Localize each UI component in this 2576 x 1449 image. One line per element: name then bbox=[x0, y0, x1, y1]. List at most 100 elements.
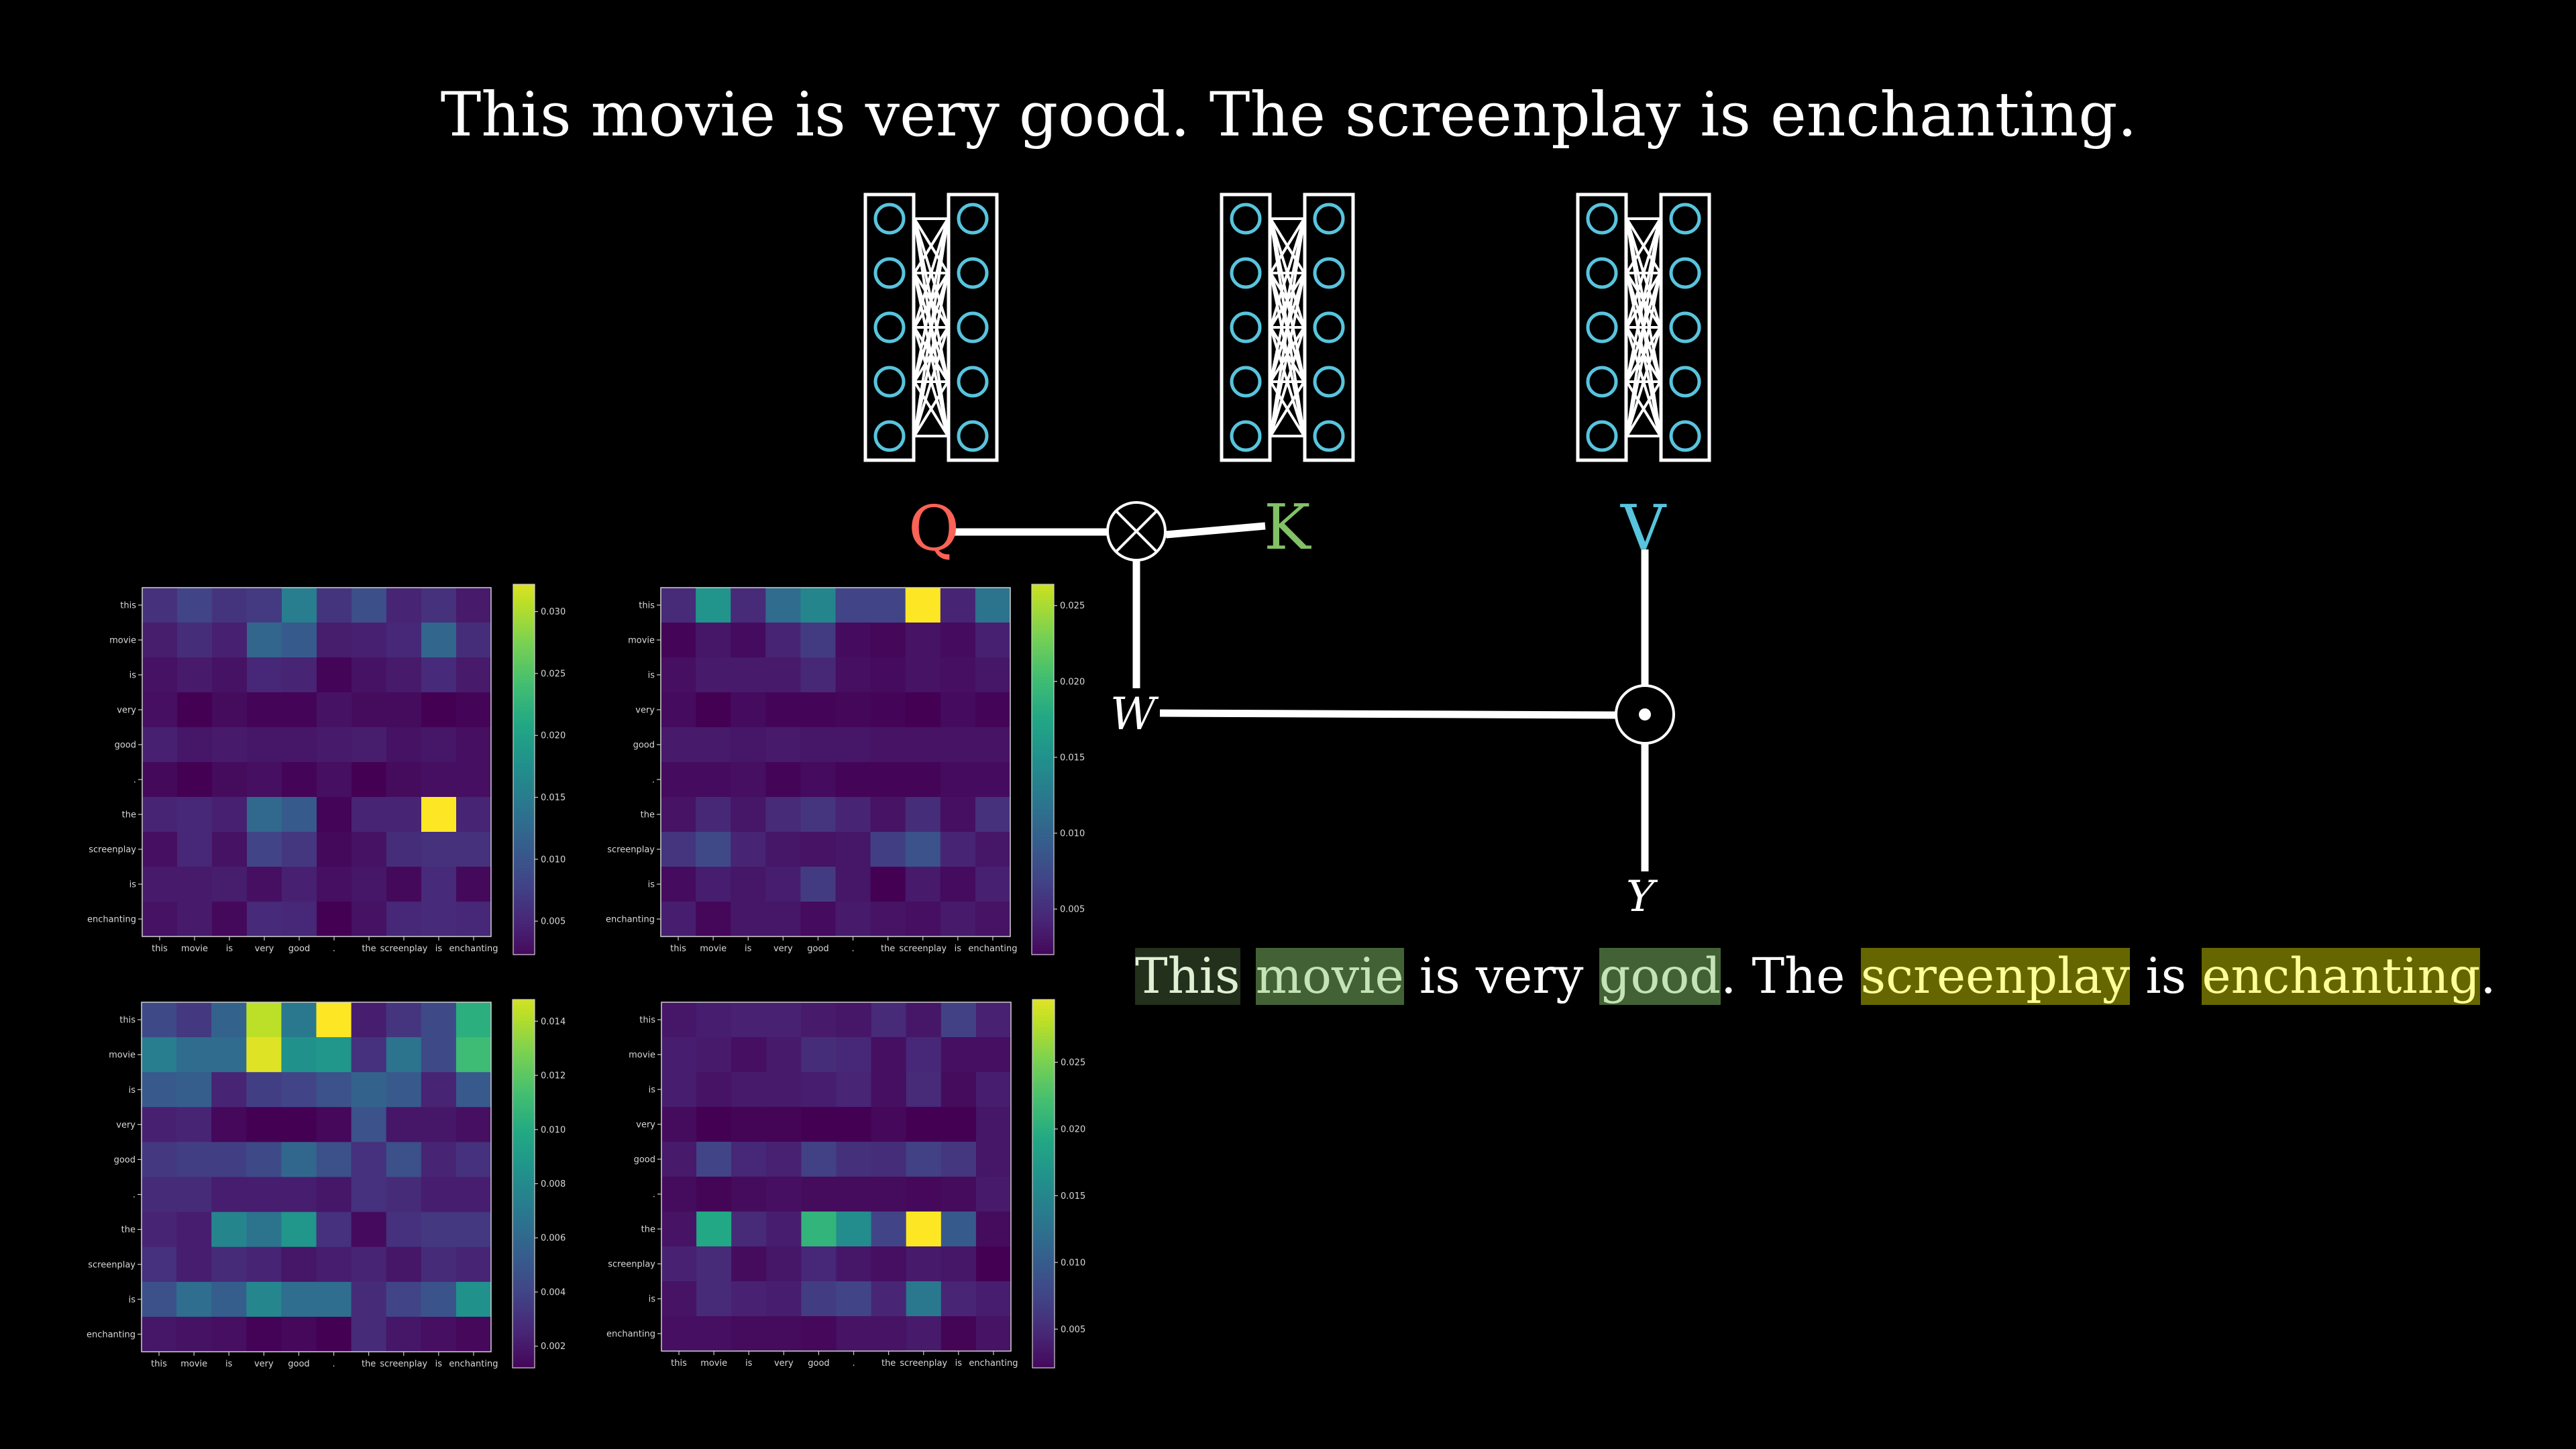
colorbar-segment bbox=[513, 1091, 535, 1095]
colorbar-segment bbox=[513, 1257, 535, 1261]
heatmap-cell bbox=[940, 727, 976, 763]
colorbar-segment bbox=[1032, 695, 1054, 699]
heatmap-cell bbox=[765, 623, 801, 658]
x-tick-label: is bbox=[955, 1358, 963, 1368]
colorbar-segment bbox=[513, 896, 535, 900]
heatmap-cell bbox=[211, 1281, 247, 1318]
heatmap-cell bbox=[177, 657, 213, 693]
heatmap-cell bbox=[765, 902, 801, 937]
q-label: Q bbox=[908, 492, 959, 565]
colorbar-segment bbox=[1032, 772, 1054, 776]
x-tick-label: screenplay bbox=[380, 1359, 427, 1369]
colorbar-segment bbox=[1032, 1288, 1055, 1292]
colorbar-segment bbox=[1032, 606, 1054, 610]
heatmap-cell bbox=[386, 867, 422, 902]
heatmap-cell bbox=[871, 1281, 907, 1317]
heatmap-cell bbox=[731, 1281, 767, 1317]
colorbar-segment bbox=[1032, 1245, 1055, 1249]
heatmap-cell bbox=[766, 1246, 802, 1282]
heatmap-cell bbox=[905, 902, 941, 937]
heatmap-cell bbox=[246, 1002, 282, 1038]
heatmap-cell bbox=[870, 797, 906, 833]
heatmap-cell bbox=[731, 1177, 767, 1212]
colorbar-segment bbox=[513, 643, 535, 647]
heatmap-cell bbox=[870, 692, 906, 728]
colorbar-segment bbox=[513, 865, 535, 869]
heatmap-cell bbox=[455, 1002, 492, 1038]
x-tick-label: good bbox=[288, 1359, 309, 1369]
colorbar-segment bbox=[513, 766, 535, 770]
colorbar-segment bbox=[513, 1223, 535, 1228]
x-tick-label: the bbox=[881, 944, 895, 954]
heatmap-cell bbox=[142, 1177, 177, 1213]
x-tick-label: this bbox=[152, 944, 168, 954]
heatmap-cell bbox=[905, 797, 941, 833]
heatmap-cell bbox=[835, 867, 871, 902]
colorbar-segment bbox=[1032, 692, 1054, 696]
heatmap-cell bbox=[247, 692, 282, 728]
heatmap-cell bbox=[906, 1107, 942, 1142]
colorbar-segment bbox=[1032, 587, 1054, 591]
heatmap-cell bbox=[696, 832, 731, 867]
heatmap-cell bbox=[281, 1177, 317, 1213]
colorbar-tick-label: 0.002 bbox=[541, 1342, 566, 1352]
colorbar-segment bbox=[1032, 877, 1054, 881]
colorbar-segment bbox=[1032, 1242, 1055, 1246]
colorbar-segment bbox=[1032, 760, 1054, 764]
x-tick-label: is bbox=[435, 1359, 443, 1369]
colorbar-segment bbox=[513, 843, 535, 847]
plain-text: . The bbox=[1721, 948, 1861, 1005]
heatmap-cell bbox=[731, 1072, 767, 1108]
y-tick-label: screenplay bbox=[89, 845, 136, 855]
heatmap-cell bbox=[456, 657, 492, 693]
heatmap-cell bbox=[455, 1142, 492, 1178]
heatmap-cell bbox=[731, 1246, 767, 1282]
colorbar-segment bbox=[513, 735, 535, 739]
heatmap-cell bbox=[905, 762, 941, 798]
heatmap-cell bbox=[766, 1037, 802, 1073]
heatmap-cell bbox=[246, 1246, 282, 1283]
heatmap-cell bbox=[696, 867, 731, 902]
heatmap-cell bbox=[905, 657, 941, 693]
heatmap-cell bbox=[211, 1072, 247, 1108]
heatmap-cell bbox=[940, 657, 976, 693]
y-tick-label: this bbox=[639, 1016, 655, 1026]
colorbar-segment bbox=[513, 1119, 535, 1123]
colorbar-segment bbox=[1032, 1334, 1055, 1338]
heatmap-cell bbox=[871, 1072, 907, 1108]
colorbar-segment bbox=[1032, 1349, 1055, 1353]
colorbar-segment bbox=[1032, 908, 1054, 912]
x-tick-label: movie bbox=[181, 944, 208, 954]
colorbar-segment bbox=[1032, 677, 1054, 681]
y-tick-label: this bbox=[120, 601, 136, 611]
heatmap-cell bbox=[177, 762, 213, 798]
x-tick-label: very bbox=[255, 944, 274, 954]
heatmap-cell bbox=[801, 1177, 837, 1212]
colorbar-segment bbox=[1032, 1008, 1055, 1013]
colorbar-segment bbox=[513, 936, 535, 940]
heatmap-cell bbox=[142, 727, 178, 763]
heatmap-cell bbox=[316, 1212, 352, 1248]
heatmap-cell bbox=[696, 1281, 732, 1317]
colorbar-segment bbox=[513, 942, 535, 946]
colorbar-segment bbox=[513, 1254, 535, 1258]
heatmap-cell bbox=[211, 1142, 247, 1178]
heatmap-cell bbox=[456, 727, 492, 763]
query-network bbox=[863, 193, 999, 462]
colorbar-segment bbox=[513, 1306, 535, 1310]
heatmap-cell bbox=[836, 1002, 872, 1038]
heatmap-cell bbox=[421, 1212, 457, 1248]
colorbar-segment bbox=[513, 596, 535, 600]
heatmap-cell bbox=[835, 623, 871, 658]
heatmap-cell bbox=[975, 588, 1011, 623]
heatmap-cell bbox=[696, 623, 731, 658]
heatmap-cell bbox=[142, 1281, 177, 1318]
heatmap-cell bbox=[975, 623, 1011, 658]
colorbar-segment bbox=[1032, 658, 1054, 662]
heatmap-cell bbox=[455, 1107, 492, 1142]
colorbar-segment bbox=[1032, 716, 1054, 721]
colorbar-segment bbox=[513, 1211, 535, 1216]
colorbar-segment bbox=[1032, 797, 1054, 801]
colorbar-segment bbox=[1032, 1257, 1055, 1261]
heatmap-cell bbox=[731, 1212, 767, 1247]
